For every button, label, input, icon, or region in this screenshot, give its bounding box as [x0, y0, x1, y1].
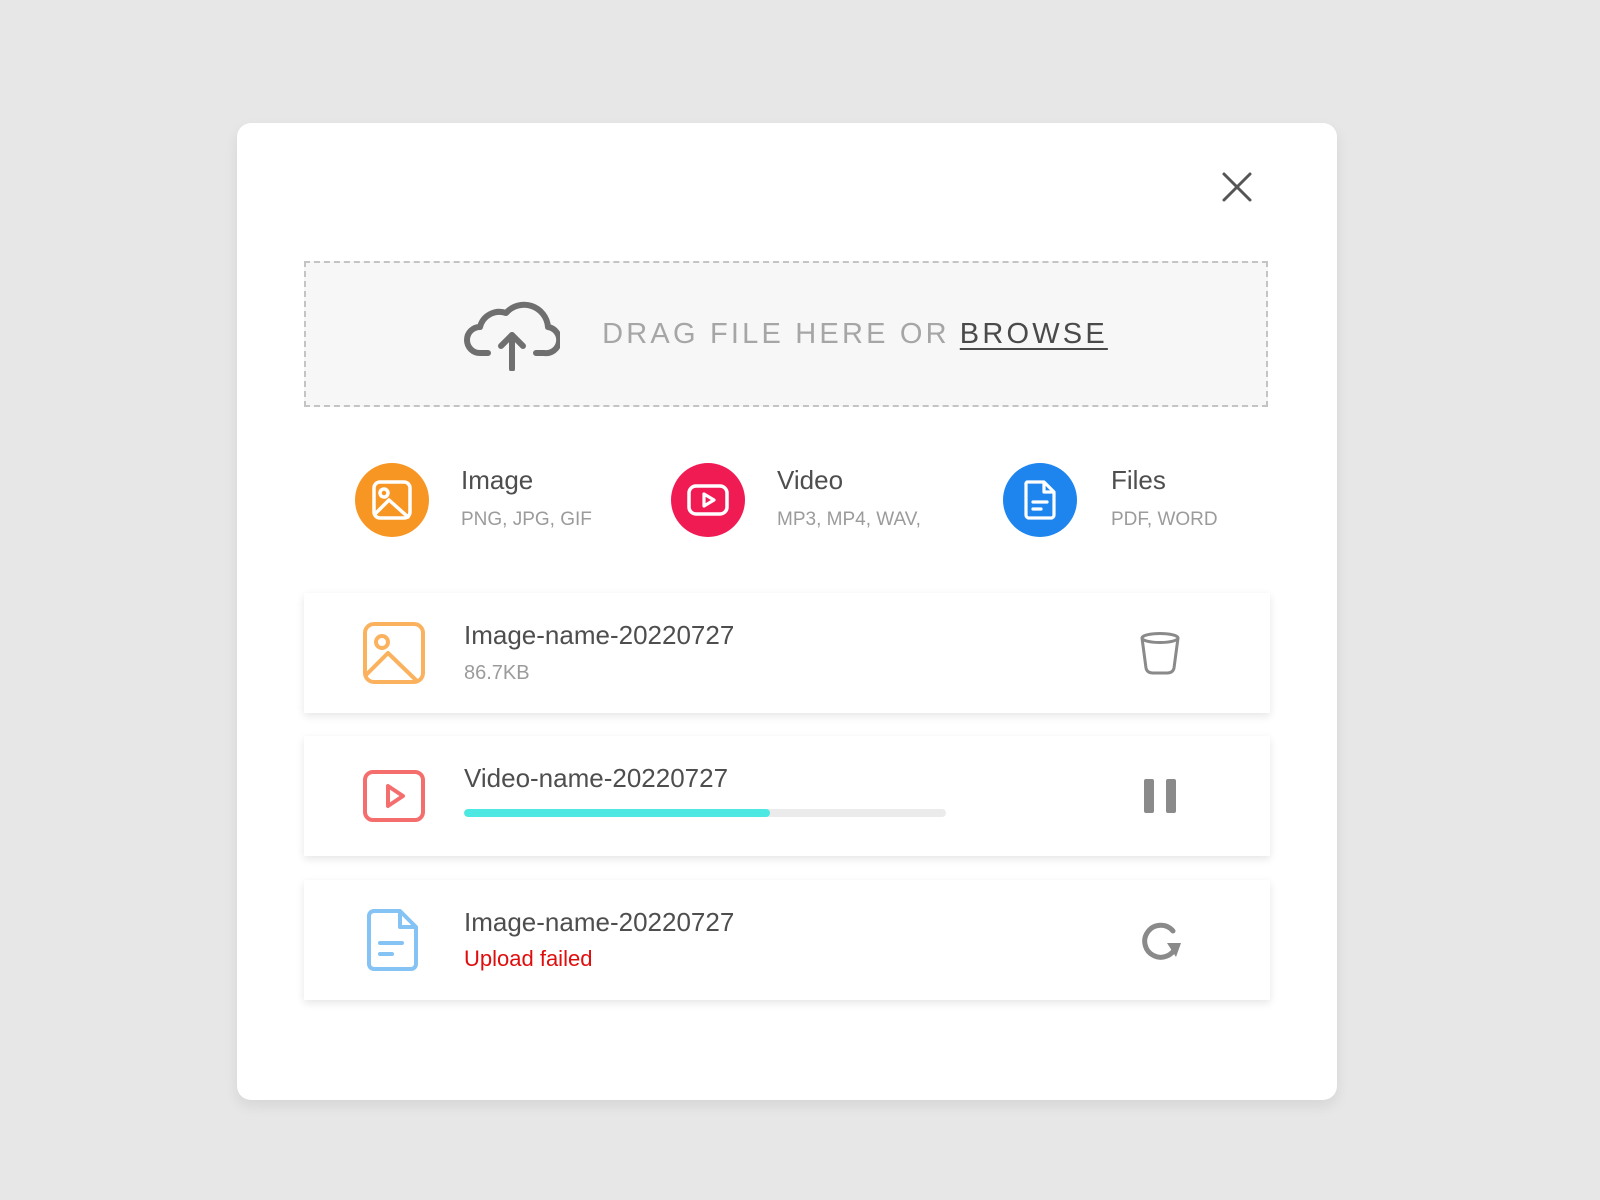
file-name: Video-name-20220727	[464, 763, 729, 793]
image-type-badge	[355, 463, 429, 537]
upload-failed-status: Upload failed	[464, 946, 593, 971]
type-image-title: Image	[461, 465, 534, 495]
type-files-formats: PDF, WORD	[1111, 509, 1218, 530]
drop-zone[interactable]: DRAG FILE HERE OR BROWSE	[304, 261, 1268, 407]
type-image-formats: PNG, JPG, GIF	[461, 509, 592, 530]
retry-icon[interactable]	[1136, 916, 1184, 964]
close-icon[interactable]	[1219, 169, 1255, 205]
document-icon	[367, 909, 418, 971]
file-name: Image-name-20220727	[464, 620, 735, 650]
video-type-badge	[671, 463, 745, 537]
image-icon	[372, 480, 412, 520]
browse-link[interactable]: BROWSE	[960, 318, 1108, 350]
file-size: 86.7KB	[464, 662, 530, 684]
drag-file-label: DRAG FILE HERE OR	[602, 317, 950, 350]
upload-item-image: Image-name-20220727 86.7KB	[304, 593, 1270, 713]
files-type-badge	[1003, 463, 1077, 537]
video-play-icon	[363, 770, 425, 822]
upload-progress-bar	[464, 809, 946, 817]
video-play-icon	[687, 484, 729, 516]
upload-progress-fill	[464, 809, 771, 817]
upload-item-video: Video-name-20220727	[304, 736, 1270, 856]
upload-item-file: Image-name-20220727 Upload failed	[304, 880, 1270, 1000]
image-icon	[363, 622, 425, 684]
trash-icon[interactable]	[1136, 629, 1184, 677]
type-files-title: Files	[1111, 465, 1166, 495]
drop-zone-text: DRAG FILE HERE OR BROWSE	[602, 318, 1108, 351]
pause-icon[interactable]	[1136, 772, 1184, 820]
cloud-upload-icon	[464, 301, 561, 371]
upload-dialog: DRAG FILE HERE OR BROWSE Image PNG, JPG, …	[237, 123, 1337, 1100]
file-name: Image-name-20220727	[464, 907, 735, 937]
document-icon	[1024, 480, 1056, 520]
type-video-title: Video	[777, 465, 844, 495]
type-video-formats: MP3, MP4, WAV,	[777, 509, 921, 530]
